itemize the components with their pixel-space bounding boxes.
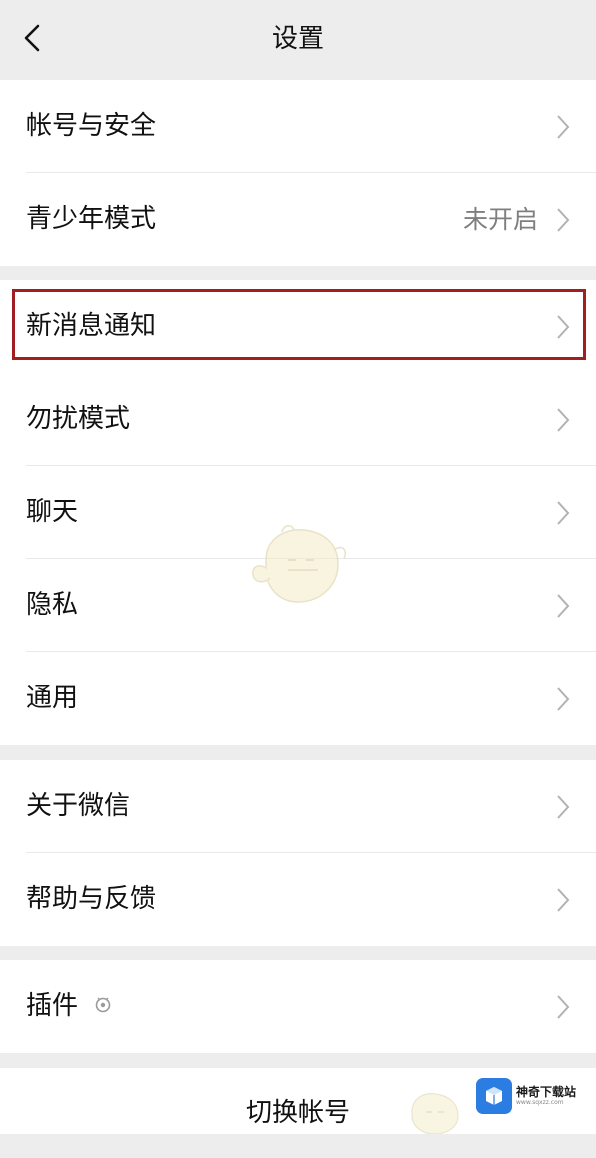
watermark-mascot-small-icon — [411, 1093, 459, 1134]
settings-item-plugins[interactable]: 插件 — [0, 960, 596, 1053]
settings-item-help-feedback[interactable]: 帮助与反馈 — [0, 853, 596, 946]
page-title: 设置 — [271, 24, 324, 54]
settings-item-label: 聊天 — [26, 497, 79, 527]
chevron-right-icon — [557, 888, 570, 912]
chevron-right-icon — [557, 687, 570, 711]
nav-bar: 设置 — [0, 0, 596, 78]
settings-item-account-security[interactable]: 帐号与安全 — [0, 80, 596, 173]
watermark-logo: 神奇下载站 www.sqxzz.com — [476, 1076, 590, 1116]
chevron-right-icon — [557, 795, 570, 819]
settings-item-label: 勿扰模式 — [26, 404, 131, 434]
chevron-right-icon — [557, 315, 570, 339]
settings-item-label: 帮助与反馈 — [26, 884, 157, 914]
chevron-right-icon — [557, 408, 570, 432]
settings-item-label: 插件 — [26, 991, 79, 1021]
chevron-right-icon — [557, 208, 570, 232]
watermark-brand: 神奇下载站 — [516, 1085, 577, 1099]
settings-group-plugins: 插件 — [0, 960, 596, 1053]
settings-item-about-wechat[interactable]: 关于微信 — [0, 760, 596, 853]
settings-item-label: 关于微信 — [26, 791, 131, 821]
settings-item-label: 隐私 — [26, 590, 79, 620]
settings-item-general[interactable]: 通用 — [0, 652, 596, 745]
chevron-right-icon — [557, 115, 570, 139]
watermark-site: www.sqxzz.com — [516, 1099, 564, 1106]
settings-item-label: 通用 — [26, 683, 79, 713]
settings-group-general: 新消息通知 勿扰模式 聊天 隐私 通用 — [0, 280, 596, 745]
settings-item-notifications[interactable]: 新消息通知 — [0, 280, 596, 373]
settings-item-value: 未开启 — [462, 205, 538, 234]
plugin-badge-icon — [95, 997, 111, 1013]
settings-group-about: 关于微信 帮助与反馈 — [0, 760, 596, 946]
settings-group-account: 帐号与安全 青少年模式 未开启 — [0, 80, 596, 266]
settings-item-label: 青少年模式 — [26, 204, 157, 234]
settings-item-do-not-disturb[interactable]: 勿扰模式 — [0, 373, 596, 466]
settings-item-label: 帐号与安全 — [26, 111, 157, 141]
watermark-cube-icon — [476, 1078, 512, 1114]
settings-item-teen-mode[interactable]: 青少年模式 未开启 — [0, 173, 596, 266]
chevron-right-icon — [557, 594, 570, 618]
settings-item-label: 新消息通知 — [26, 311, 157, 341]
watermark-mascot-icon — [252, 525, 346, 603]
chevron-right-icon — [557, 995, 570, 1019]
chevron-right-icon — [557, 501, 570, 525]
